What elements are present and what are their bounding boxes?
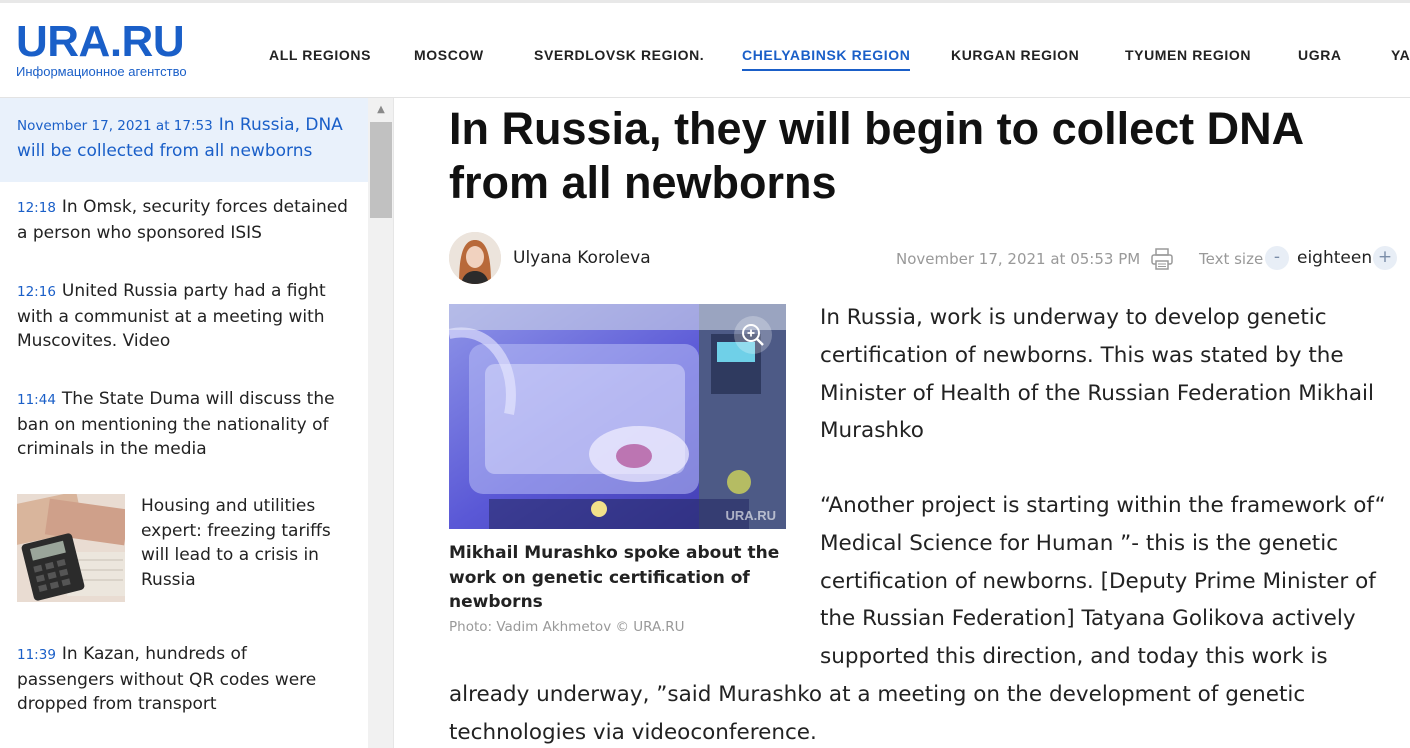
article-photo[interactable]: URA.RU bbox=[449, 304, 786, 529]
nav-kurgan-region[interactable]: KURGAN REGION bbox=[951, 47, 1079, 63]
news-headline: In Omsk, security forces detained a pers… bbox=[17, 197, 348, 243]
nav-ya[interactable]: YA bbox=[1391, 47, 1410, 63]
news-headline: The State Duma will discuss the ban on m… bbox=[17, 389, 335, 459]
news-time: 11:44 bbox=[17, 392, 56, 408]
news-item[interactable]: 12:18 In Omsk, security forces detained a… bbox=[0, 195, 368, 245]
news-time: November 17, 2021 at 17:53 bbox=[17, 118, 213, 134]
text-size-label: Text size bbox=[1199, 250, 1264, 268]
news-time: 12:18 bbox=[17, 200, 56, 216]
article-paragraph-2-continued: already underway, ”said Murashko at a me… bbox=[449, 676, 1399, 748]
news-item[interactable]: 11:39 In Kazan, hundreds of passengers wi… bbox=[0, 642, 368, 717]
article-meta: Ulyana Koroleva November 17, 2021 at 05:… bbox=[449, 232, 1399, 286]
scroll-up-arrow-icon[interactable]: ▲ bbox=[368, 98, 394, 120]
nav-ugra[interactable]: UGRA bbox=[1298, 47, 1342, 63]
text-size-decrease-button[interactable]: - bbox=[1265, 246, 1289, 270]
news-headline: United Russia party had a fight with a c… bbox=[17, 281, 326, 351]
news-thumbnail[interactable] bbox=[17, 494, 125, 602]
nav-chelyabinsk-region[interactable]: CHELYABINSK REGION bbox=[742, 47, 911, 71]
author-photo bbox=[449, 232, 501, 284]
paragraph-line: “Another project is starting within the … bbox=[820, 493, 1386, 518]
scroll-thumb[interactable] bbox=[370, 122, 392, 218]
news-feed-sidebar: November 17, 2021 at 17:53 In Russia, DNA… bbox=[0, 98, 368, 748]
news-item[interactable]: 11:44 The State Duma will discuss the ban… bbox=[0, 387, 368, 462]
photo-watermark: URA.RU bbox=[725, 508, 776, 523]
article-title: In Russia, they will begin to collect DN… bbox=[449, 103, 1303, 208]
photo-caption: Mikhail Murashko spoke about the work on… bbox=[449, 543, 780, 612]
article-paragraph-1: In Russia, work is underway to develop g… bbox=[820, 305, 1374, 444]
author-avatar[interactable] bbox=[449, 232, 501, 284]
news-item[interactable]: November 17, 2021 at 17:53 In Russia, DNA… bbox=[0, 98, 368, 182]
calculator-money-image bbox=[17, 494, 125, 602]
site-header: URA.RU Информационное агентство ALL REGI… bbox=[0, 0, 1410, 98]
news-time: 11:39 bbox=[17, 647, 56, 663]
sidebar-scrollbar[interactable]: ▲ bbox=[368, 98, 394, 748]
nav-tyumen-region[interactable]: TYUMEN REGION bbox=[1125, 47, 1251, 63]
paragraph-line: the Russian Federation] Tatyana Golikova… bbox=[820, 606, 1356, 632]
paragraph-line: already underway, ”said Murashko at a me… bbox=[449, 682, 1306, 707]
news-headline[interactable]: Housing and utilities expert: freezing t… bbox=[141, 494, 341, 592]
paragraph-line: Medical Science for Human ”- this is the… bbox=[820, 530, 1339, 556]
text-size-value: eighteen bbox=[1297, 248, 1373, 268]
zoom-icon[interactable] bbox=[734, 316, 772, 354]
news-time: 12:16 bbox=[17, 284, 56, 300]
news-item[interactable]: 12:16 United Russia party had a fight wit… bbox=[0, 279, 368, 354]
paragraph-line: technologies via videoconference. bbox=[449, 719, 817, 745]
paragraph-line: supported this direction, and today this… bbox=[820, 644, 1328, 670]
publish-date: November 17, 2021 at 05:53 PM bbox=[896, 250, 1141, 268]
paragraph-line: certification of newborns. [Deputy Prime… bbox=[820, 568, 1376, 594]
nav-moscow[interactable]: MOSCOW bbox=[414, 47, 484, 63]
region-nav: ALL REGIONS MOSCOW SVERDLOVSK REGION. CH… bbox=[0, 3, 1410, 101]
text-size-increase-button[interactable]: + bbox=[1373, 246, 1397, 270]
author-name[interactable]: Ulyana Koroleva bbox=[513, 248, 651, 268]
print-icon[interactable] bbox=[1150, 248, 1174, 270]
nav-sverdlovsk-region[interactable]: SVERDLOVSK REGION. bbox=[534, 47, 704, 63]
news-headline: In Kazan, hundreds of passengers without… bbox=[17, 644, 317, 714]
photo-credit: Photo: Vadim Akhmetov © URA.RU bbox=[449, 619, 685, 635]
nav-all-regions[interactable]: ALL REGIONS bbox=[269, 47, 371, 63]
article-paragraph-2: “Another project is starting within the … bbox=[820, 487, 1400, 676]
